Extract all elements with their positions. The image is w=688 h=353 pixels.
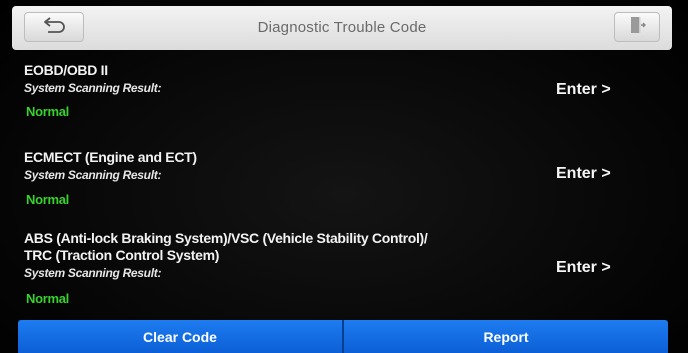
scan-result-label: System Scanning Result:: [24, 168, 162, 182]
scan-result-label: System Scanning Result:: [24, 266, 162, 280]
enter-button[interactable]: Enter >: [556, 164, 611, 184]
clear-code-button[interactable]: Clear Code: [18, 320, 344, 353]
page-title: Diagnostic Trouble Code: [257, 19, 427, 36]
status-normal: Normal: [26, 104, 69, 119]
bottom-toolbar: Clear Code Report: [18, 320, 668, 353]
system-title: ECMECT (Engine and ECT): [24, 149, 197, 165]
system-row-ecmect[interactable]: ECMECT (Engine and ECT) System Scanning …: [0, 137, 688, 209]
status-normal: Normal: [26, 291, 69, 306]
status-normal: Normal: [26, 192, 69, 207]
report-button[interactable]: Report: [344, 320, 668, 353]
system-title-line-2: TRC (Traction Control System): [24, 247, 220, 263]
system-title-line-1: ABS (Anti-lock Braking System)/VSC (Vehi…: [24, 230, 428, 246]
scan-result-label: System Scanning Result:: [24, 81, 162, 95]
diagnostic-screen: Diagnostic Trouble Code EOBD/OBD II Syst…: [0, 0, 688, 353]
exit-button[interactable]: [614, 12, 660, 42]
system-title: EOBD/OBD II: [24, 62, 108, 78]
enter-button[interactable]: Enter >: [556, 80, 611, 100]
title-bar: Diagnostic Trouble Code: [12, 6, 672, 50]
enter-button[interactable]: Enter >: [556, 258, 611, 278]
system-row-eobd[interactable]: EOBD/OBD II System Scanning Result: Norm…: [0, 54, 688, 126]
system-row-abs[interactable]: ABS (Anti-lock Braking System)/VSC (Vehi…: [0, 220, 688, 316]
exit-door-icon: [627, 15, 647, 40]
